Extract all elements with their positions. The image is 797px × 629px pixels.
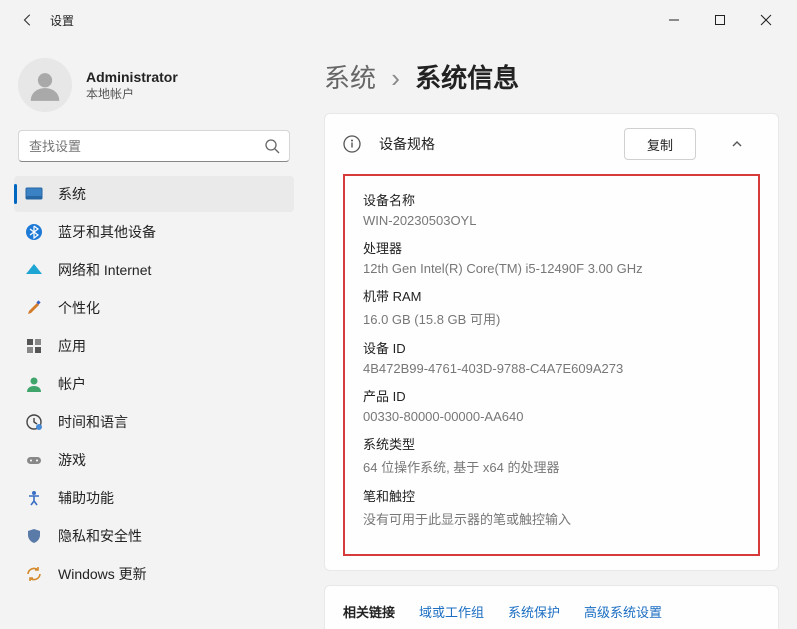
nav-label: 帐户 <box>58 374 86 394</box>
user-block[interactable]: Administrator 本地帐户 <box>18 58 290 112</box>
back-button[interactable] <box>20 12 36 28</box>
search-input[interactable] <box>18 130 290 162</box>
nav-accessibility[interactable]: 辅助功能 <box>14 480 294 516</box>
nav-personalization[interactable]: 个性化 <box>14 290 294 326</box>
chevron-up-icon <box>730 137 744 151</box>
clock-icon <box>24 412 44 432</box>
spec-label: 处理器 <box>363 238 740 257</box>
spec-label: 系统类型 <box>363 434 740 453</box>
nav-label: 时间和语言 <box>58 412 128 432</box>
close-button[interactable] <box>743 4 789 36</box>
collapse-button[interactable] <box>714 137 760 151</box>
bluetooth-icon <box>24 222 44 242</box>
title-bar: 设置 <box>0 0 797 40</box>
maximize-button[interactable] <box>697 4 743 36</box>
link-protection[interactable]: 系统保护 <box>508 602 560 621</box>
related-links-card: 相关链接 域或工作组 系统保护 高级系统设置 <box>324 585 779 629</box>
wifi-icon <box>24 260 44 280</box>
nav-label: 蓝牙和其他设备 <box>58 222 156 242</box>
nav-label: 系统 <box>58 184 86 204</box>
device-spec-card: 设备规格 复制 设备名称 WIN-20230503OYL 处理器 12th Gen I… <box>324 113 779 571</box>
update-icon <box>24 564 44 584</box>
nav-label: Windows 更新 <box>58 564 147 584</box>
person-icon <box>24 374 44 394</box>
nav-network[interactable]: 网络和 Internet <box>14 252 294 288</box>
card-title: 设备规格 <box>379 134 435 154</box>
spec-label: 设备 ID <box>363 338 740 357</box>
copy-button[interactable]: 复制 <box>624 128 696 160</box>
spec-value: 没有可用于此显示器的笔或触控输入 <box>363 509 740 528</box>
spec-row: 系统类型 64 位操作系统, 基于 x64 的处理器 <box>363 434 740 476</box>
chevron-right-icon: › <box>391 63 400 93</box>
breadcrumb-current: 系统信息 <box>415 63 519 93</box>
shield-icon <box>24 526 44 546</box>
window-title: 设置 <box>50 12 74 29</box>
breadcrumb-parent[interactable]: 系统 <box>324 63 376 93</box>
nav-update[interactable]: Windows 更新 <box>14 556 294 592</box>
search-icon <box>264 138 280 154</box>
spec-value: 00330-80000-00000-AA640 <box>363 409 740 424</box>
info-icon <box>343 135 361 153</box>
spec-value: 4B472B99-4761-403D-9788-C4A7E609A273 <box>363 361 740 376</box>
nav-label: 个性化 <box>58 298 100 318</box>
minimize-button[interactable] <box>651 4 697 36</box>
spec-row: 产品 ID 00330-80000-00000-AA640 <box>363 386 740 424</box>
spec-row: 笔和触控没有可用于此显示器的笔或触控输入 <box>363 486 740 528</box>
spec-value: WIN-20230503OYL <box>363 213 740 228</box>
apps-icon <box>24 336 44 356</box>
nav-gaming[interactable]: 游戏 <box>14 442 294 478</box>
spec-row: 机带 RAM 16.0 GB (15.8 GB 可用) <box>363 286 740 328</box>
nav-bluetooth[interactable]: 蓝牙和其他设备 <box>14 214 294 250</box>
spec-highlight-box: 设备名称 WIN-20230503OYL 处理器 12th Gen Intel(R) … <box>343 174 760 556</box>
nav-label: 应用 <box>58 336 86 356</box>
system-icon <box>24 184 44 204</box>
brush-icon <box>24 298 44 318</box>
nav-time-language[interactable]: 时间和语言 <box>14 404 294 440</box>
nav-label: 网络和 Internet <box>58 260 151 280</box>
nav-accounts[interactable]: 帐户 <box>14 366 294 402</box>
nav-system[interactable]: 系统 <box>14 176 294 212</box>
spec-label: 笔和触控 <box>363 486 740 505</box>
spec-row: 设备名称 WIN-20230503OYL <box>363 190 740 228</box>
nav-label: 游戏 <box>58 450 86 470</box>
accessibility-icon <box>24 488 44 508</box>
sidebar: Administrator 本地帐户 系统 蓝牙和其他设备 网络和 Intern… <box>0 40 300 629</box>
spec-label: 机带 RAM <box>363 286 740 305</box>
nav-label: 辅助功能 <box>58 488 114 508</box>
nav-apps[interactable]: 应用 <box>14 328 294 364</box>
spec-label: 产品 ID <box>363 386 740 405</box>
spec-row: 设备 ID 4B472B99-4761-403D-9788-C4A7E609A27… <box>363 338 740 376</box>
breadcrumb: 系统 › 系统信息 <box>324 58 779 95</box>
avatar <box>18 58 72 112</box>
nav: 系统 蓝牙和其他设备 网络和 Internet 个性化 应用 帐户 <box>14 176 294 592</box>
nav-label: 隐私和安全性 <box>58 526 142 546</box>
spec-label: 设备名称 <box>363 190 740 209</box>
spec-value: 12th Gen Intel(R) Core(TM) i5-12490F 3.0… <box>363 261 740 276</box>
user-subtitle: 本地帐户 <box>86 85 178 102</box>
search-box <box>18 130 290 162</box>
link-advanced[interactable]: 高级系统设置 <box>584 602 662 621</box>
spec-value: 16.0 GB (15.8 GB 可用) <box>363 309 740 328</box>
spec-row: 处理器 12th Gen Intel(R) Core(TM) i5-12490F … <box>363 238 740 276</box>
nav-privacy[interactable]: 隐私和安全性 <box>14 518 294 554</box>
spec-value: 64 位操作系统, 基于 x64 的处理器 <box>363 457 740 476</box>
links-title: 相关链接 <box>343 602 395 621</box>
gamepad-icon <box>24 450 44 470</box>
user-name: Administrator <box>86 69 178 85</box>
main-content: 系统 › 系统信息 设备规格 复制 设备名称 WIN-20230503OYL 处理器… <box>300 40 797 629</box>
link-domain[interactable]: 域或工作组 <box>419 602 484 621</box>
